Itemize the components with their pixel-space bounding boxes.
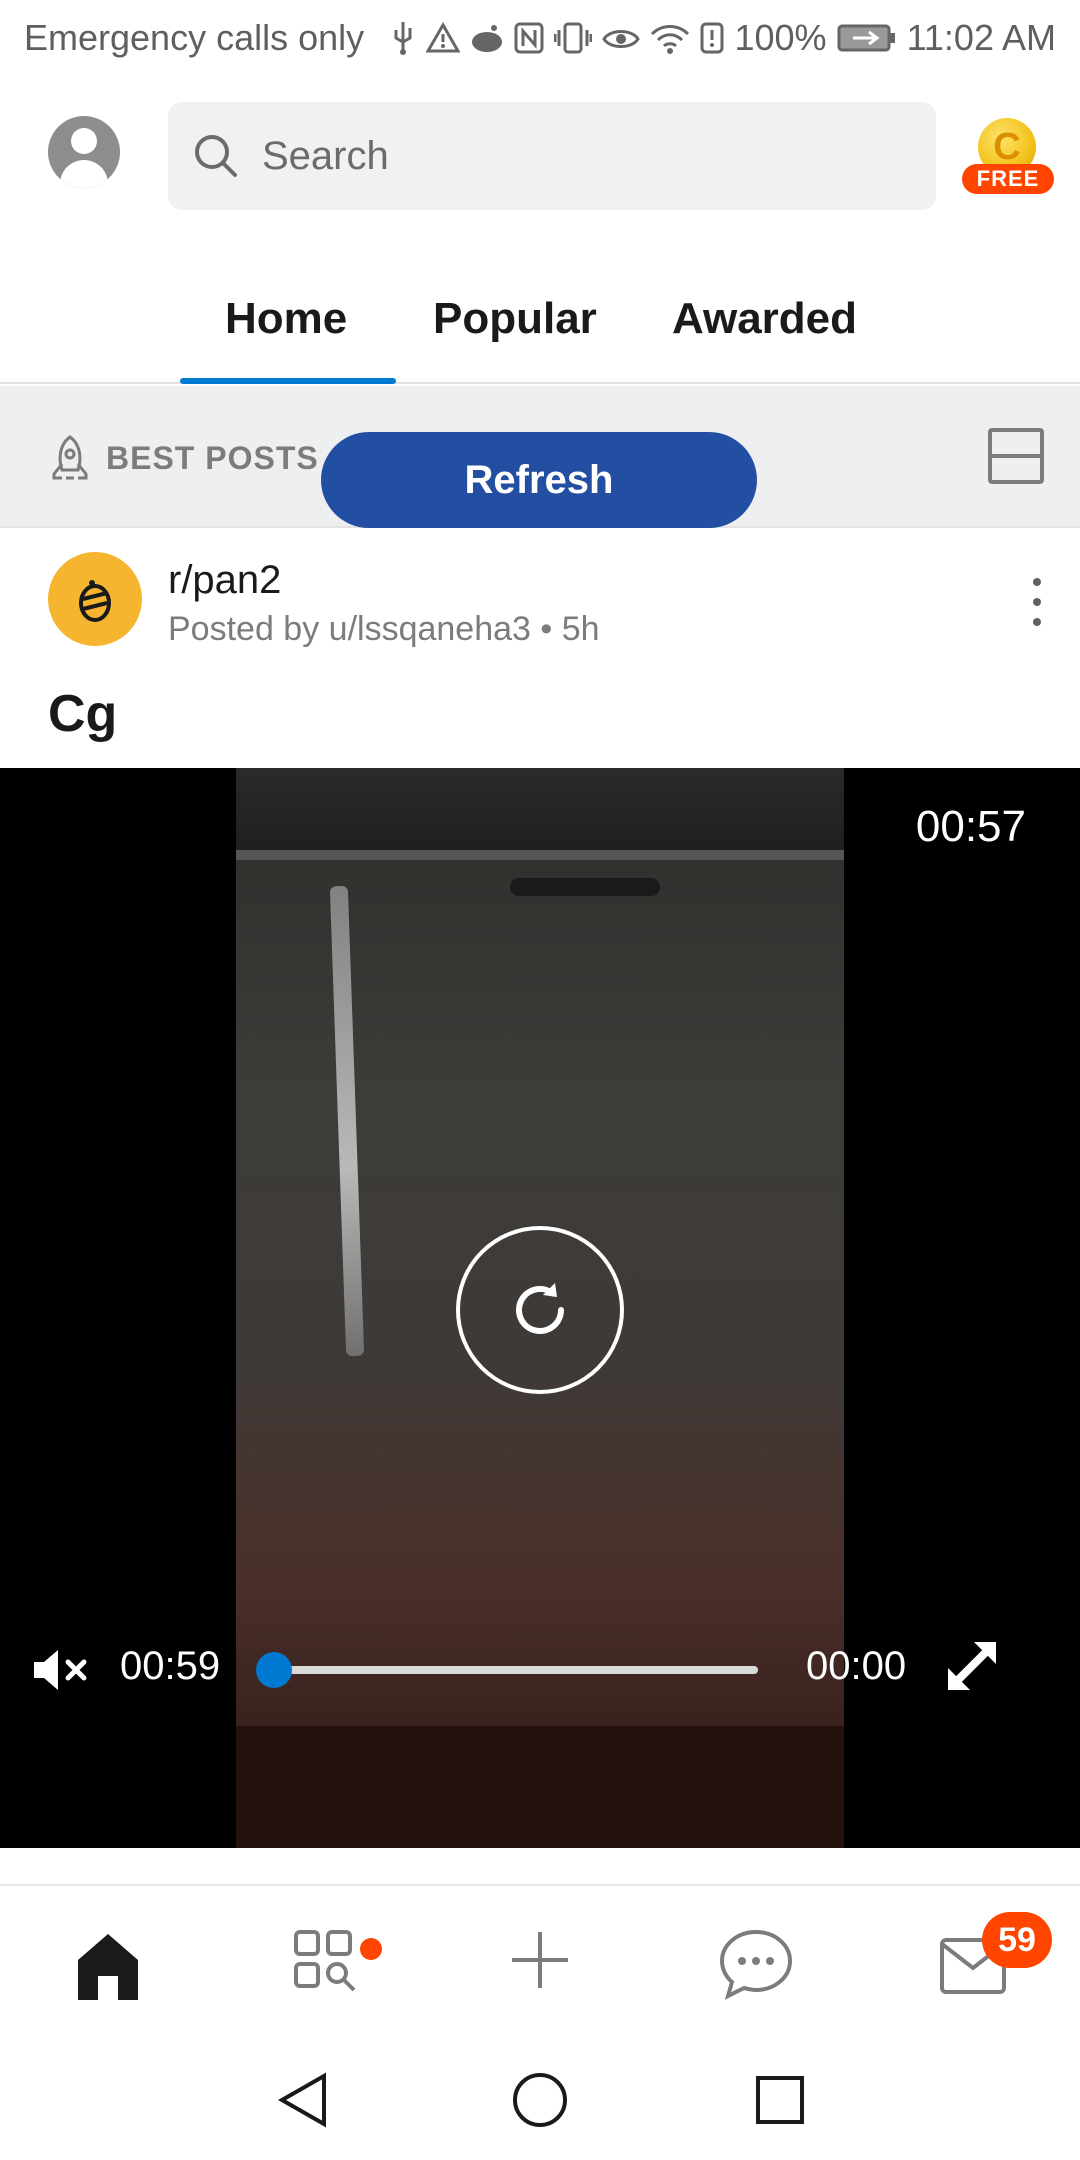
video-frame-slot [510, 878, 660, 896]
free-badge: FREE [962, 164, 1054, 194]
sort-selector[interactable]: BEST POSTS [48, 434, 319, 482]
search-bar[interactable]: Search [168, 102, 936, 210]
posted-by[interactable]: Posted by u/lssqaneha3 • 5h [168, 610, 600, 649]
usb-icon [394, 22, 412, 55]
post-title[interactable]: Cg [48, 684, 117, 744]
active-tab-indicator [180, 378, 396, 384]
search-placeholder: Search [262, 133, 389, 178]
wifi-icon [651, 25, 690, 54]
communities-notification-dot [360, 1938, 382, 1960]
subreddit-name[interactable]: r/pan2 [168, 558, 281, 603]
video-progress-track[interactable] [258, 1666, 758, 1674]
video-remaining-time: 00:57 [915, 802, 1026, 851]
sort-bar: BEST POSTS Refresh [0, 386, 1080, 528]
sort-label: BEST POSTS [106, 439, 319, 476]
video-frame-top [236, 768, 844, 858]
home-circle-icon[interactable] [510, 2070, 570, 2130]
mute-icon[interactable] [30, 1646, 90, 1694]
status-bar: Emergency calls only 100% 11:02 AM [0, 0, 1080, 76]
carrier-text: Emergency calls only [24, 17, 365, 58]
card-layout-icon[interactable] [988, 428, 1044, 484]
post-header: r/pan2 Posted by u/lssqaneha3 • 5h Cg [0, 528, 1080, 768]
chat-icon[interactable] [718, 1928, 794, 2000]
reddit-notification-icon [472, 25, 503, 52]
free-coins-button[interactable]: C FREE [962, 118, 1054, 206]
battery-percent: 100% [734, 17, 827, 58]
recents-icon[interactable] [754, 2070, 806, 2130]
fullscreen-icon[interactable] [944, 1638, 1000, 1694]
search-icon [195, 135, 237, 177]
communities-icon[interactable] [292, 1928, 358, 1994]
create-post-icon[interactable] [508, 1928, 572, 1992]
user-avatar[interactable] [48, 116, 120, 188]
vibrate-icon [554, 22, 593, 54]
nfc-icon [514, 22, 544, 54]
feed-tabs: Home Popular Awarded [0, 270, 1080, 384]
replay-icon [516, 1283, 564, 1334]
bird-icon [79, 580, 111, 622]
rocket-icon [52, 435, 88, 480]
video-current-time: 00:59 [120, 1644, 221, 1688]
tab-popular[interactable]: Popular [433, 294, 597, 344]
video-frame-bottom [236, 1726, 844, 1848]
more-options-icon[interactable] [1030, 578, 1044, 628]
tab-awarded[interactable]: Awarded [672, 294, 857, 344]
video-end-time: 00:00 [806, 1644, 907, 1688]
system-nav-bar [0, 2044, 1080, 2160]
subreddit-icon[interactable] [48, 552, 142, 646]
refresh-button[interactable]: Refresh [321, 432, 757, 528]
top-bar: Search C FREE [0, 96, 1080, 216]
status-icons [390, 20, 724, 56]
warning-icon [426, 22, 461, 53]
inbox-badge: 59 [982, 1912, 1052, 1968]
bottom-nav: 59 [0, 1884, 1080, 2044]
home-icon[interactable] [72, 1928, 144, 2004]
video-progress-knob[interactable] [256, 1652, 292, 1688]
video-controls: 00:59 00:00 [0, 1630, 1080, 1706]
alert-battery-icon [700, 22, 724, 54]
clock: 11:02 AM [906, 17, 1056, 58]
replay-button[interactable] [456, 1226, 624, 1394]
video-frame-line [236, 850, 844, 860]
status-right: 100% 11:02 AM [390, 17, 1056, 59]
video-player[interactable]: 00:57 00:59 00:00 [0, 768, 1080, 1848]
battery-charging-icon [837, 24, 895, 52]
back-icon[interactable] [276, 2070, 330, 2130]
eye-icon [602, 30, 641, 48]
tab-home[interactable]: Home [225, 294, 347, 344]
